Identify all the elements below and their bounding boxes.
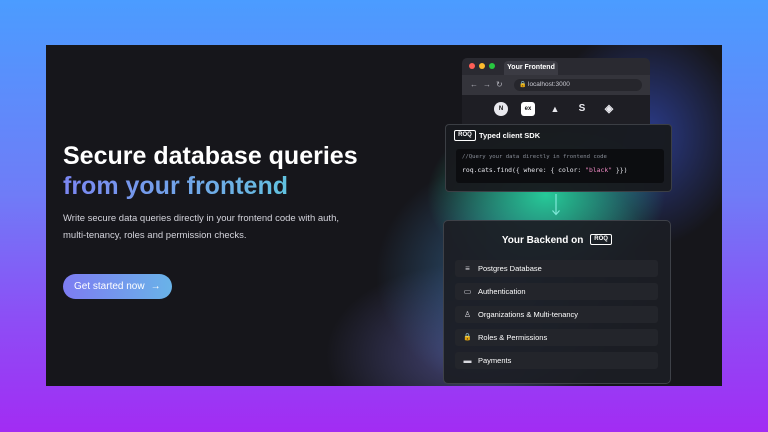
express-icon: ex [521, 102, 535, 116]
code-suffix: }}) [612, 166, 628, 174]
feature-item-payments: ▬ Payments [455, 352, 658, 369]
remix-icon: ◈ [604, 103, 614, 115]
url-field: 🔒 localhost:3000 [514, 79, 642, 91]
hero-subtitle: Write secure data queries directly in yo… [63, 213, 339, 241]
maximize-dot-icon [489, 63, 495, 69]
minimize-dot-icon [479, 63, 485, 69]
nextjs-icon: N [494, 102, 508, 116]
browser-window: Your Frontend ← → ↻ 🔒 localhost:3000 N e… [462, 58, 650, 124]
feature-item-roles: 🔒 Roles & Permissions [455, 329, 658, 346]
code-comment: //Query your data directly in frontend c… [462, 154, 607, 160]
get-started-button[interactable]: Get started now → [63, 274, 172, 299]
close-dot-icon [469, 63, 475, 69]
address-bar-row: ← → ↻ 🔒 localhost:3000 [462, 75, 650, 95]
credit-card-icon: ▬ [463, 356, 472, 365]
sdk-card: ROQ Typed client SDK //Query your data d… [445, 124, 672, 192]
hero-title-line1: Secure database queries [63, 142, 358, 170]
svelte-icon: S [578, 103, 586, 114]
down-arrow-icon [552, 194, 560, 216]
feature-label: Roles & Permissions [478, 333, 548, 342]
arrow-right-icon: → [150, 281, 161, 292]
feature-item-organizations: ♙ Organizations & Multi-tenancy [455, 306, 658, 323]
hero-section: Secure database queries from your fronte… [46, 45, 722, 386]
framework-icons-row: N ex ▲ S ◈ [462, 95, 650, 124]
feature-item-database: ≡ Postgres Database [455, 260, 658, 277]
code-string: "black" [585, 166, 613, 174]
database-icon: ≡ [465, 264, 470, 273]
url-text: localhost:3000 [528, 81, 570, 88]
feature-label: Postgres Database [478, 264, 542, 273]
feature-item-authentication: ▭ Authentication [455, 283, 658, 300]
sdk-card-title: Typed client SDK [479, 131, 541, 140]
roq-logo: ROQ [590, 234, 613, 245]
forward-arrow-icon: → [483, 80, 491, 89]
id-card-icon: ▭ [463, 287, 472, 296]
feature-label: Organizations & Multi-tenancy [478, 310, 579, 319]
users-icon: ♙ [463, 310, 472, 319]
hero-title-line2: from your frontend [63, 171, 358, 201]
code-prefix: roq.cats.find({ where: { color: [462, 166, 586, 174]
backend-card: Your Backend on ROQ ≡ Postgres Database … [443, 220, 671, 384]
roq-logo: ROQ [454, 130, 476, 141]
browser-tab: Your Frontend [504, 61, 558, 75]
lock-icon: 🔒 [463, 334, 472, 341]
feature-label: Payments [478, 356, 512, 365]
nuxt-icon: ▲ [550, 104, 560, 114]
get-started-label: Get started now [74, 281, 145, 292]
reload-icon: ↻ [496, 80, 503, 89]
feature-label: Authentication [478, 287, 526, 296]
backend-card-title: Your Backend on ROQ [444, 234, 670, 246]
back-arrow-icon: ← [470, 80, 478, 89]
backend-title-text: Your Backend on [501, 235, 584, 246]
code-block: //Query your data directly in frontend c… [456, 149, 664, 183]
code-line: roq.cats.find({ where: { color: "black" … [462, 166, 627, 174]
hero-title: Secure database queries from your fronte… [63, 141, 358, 201]
lock-icon: 🔒 [519, 82, 527, 88]
